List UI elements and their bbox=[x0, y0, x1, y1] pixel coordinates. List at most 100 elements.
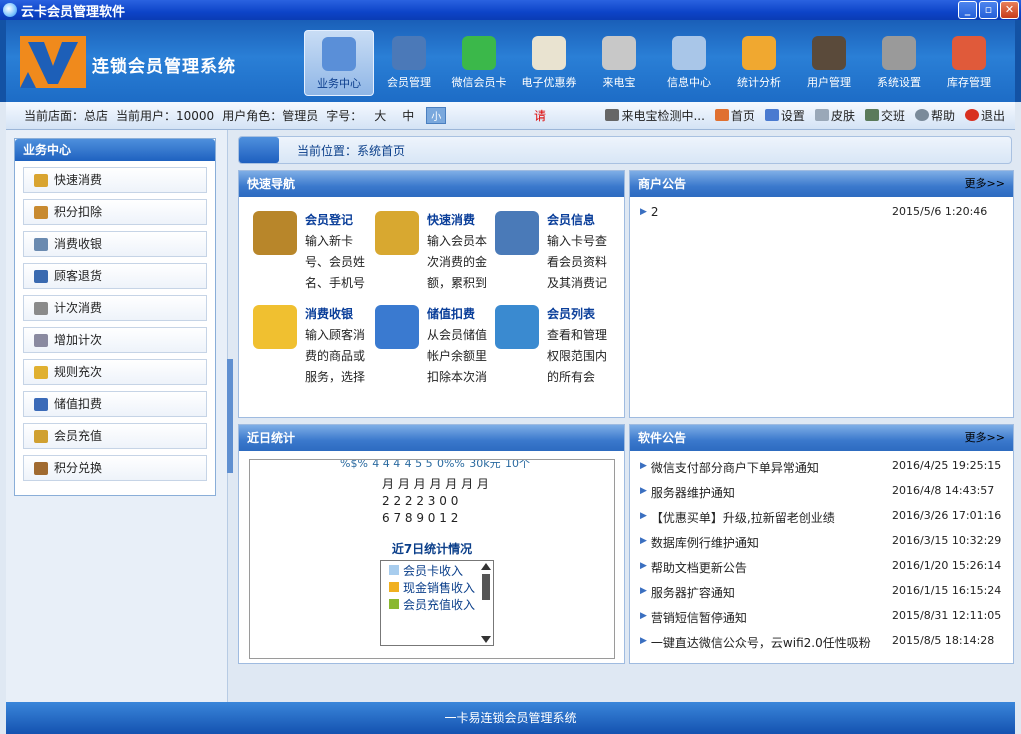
skin-link[interactable]: 皮肤 bbox=[814, 107, 855, 124]
nav-item-7[interactable]: 用户管理 bbox=[794, 30, 864, 96]
sidebar-item-4[interactable]: 计次消费 bbox=[23, 295, 207, 321]
inventory-icon bbox=[952, 36, 986, 70]
quick-nav-item-2[interactable]: 会员信息 输入卡号查看会员资料及其消费记 bbox=[495, 211, 615, 309]
sidebar-item-1[interactable]: 积分扣除 bbox=[23, 199, 207, 225]
quick-nav-desc: 输入顾客消费的商品或服务，选择 bbox=[305, 328, 366, 384]
window-title: 云卡会员管理软件 bbox=[21, 4, 126, 20]
quick-nav-item-4[interactable]: 储值扣费 从会员储值帐户余额里扣除本次消 bbox=[375, 305, 495, 403]
shift-link[interactable]: 交班 bbox=[864, 107, 905, 124]
sidebar-menu: 业务中心 快速消费积分扣除消费收银顾客退货计次消费增加计次规则充次储值扣费会员充… bbox=[14, 138, 216, 496]
notice-title[interactable]: 2 bbox=[651, 205, 889, 219]
quick-nav-item-5[interactable]: 会员列表 查看和管理权限范围内的所有会 bbox=[495, 305, 615, 403]
notice-row[interactable]: ▶ 微信支付部分商户下单异常通知 2016/4/25 19:25:15 bbox=[640, 459, 1010, 476]
nav-item-0[interactable]: 业务中心 bbox=[304, 30, 374, 96]
software-more-link[interactable]: 更多>> bbox=[965, 425, 1005, 451]
notice-title[interactable]: 营销短信暂停通知 bbox=[651, 609, 889, 626]
notice-row[interactable]: ▶ 2 2015/5/6 1:20:46 bbox=[640, 205, 1010, 219]
notice-title[interactable]: 数据库例行维护通知 bbox=[651, 534, 889, 551]
stats-legend: 会员卡收入 现金销售收入 会员充值收入 bbox=[380, 560, 494, 646]
nav-item-4[interactable]: 来电宝 bbox=[584, 30, 654, 96]
sidebar-item-8[interactable]: 会员充值 bbox=[23, 423, 207, 449]
nav-item-label: 用户管理 bbox=[807, 76, 851, 89]
font-large-button[interactable]: 大 bbox=[370, 107, 390, 124]
sidebar-item-label: 会员充值 bbox=[54, 429, 103, 443]
sidebar-item-icon bbox=[34, 270, 48, 283]
notice-row[interactable]: ▶ 服务器维护通知 2016/4/8 14:43:57 bbox=[640, 484, 1010, 501]
notice-title[interactable]: 【优惠买单】升级,拉新留老创业绩 bbox=[651, 509, 889, 526]
quick-nav-item-1[interactable]: 快速消费 输入会员本次消费的金额，累积到 bbox=[375, 211, 495, 309]
company-logo-icon bbox=[20, 36, 86, 88]
quick-nav-title[interactable]: 会员登记 bbox=[305, 211, 353, 228]
notice-title[interactable]: 一键直达微信公众号，云wifi2.0任性吸粉 bbox=[651, 634, 889, 651]
quick-nav-title[interactable]: 消费收银 bbox=[305, 305, 353, 322]
quick-nav-panel: 快速导航 会员登记 输入新卡号、会员姓名、手机号 快速消费 输入会员本次消费的金额，累… bbox=[238, 170, 625, 418]
settings-link[interactable]: 设置 bbox=[764, 107, 805, 124]
nav-item-2[interactable]: 微信会员卡 bbox=[444, 30, 514, 96]
font-medium-button[interactable]: 中 bbox=[398, 107, 418, 124]
sidebar-item-7[interactable]: 储值扣费 bbox=[23, 391, 207, 417]
home-link[interactable]: 首页 bbox=[714, 107, 755, 124]
quick-nav-title[interactable]: 会员信息 bbox=[547, 211, 595, 228]
sidebar-item-2[interactable]: 消费收银 bbox=[23, 231, 207, 257]
notice-title[interactable]: 微信支付部分商户下单异常通知 bbox=[651, 459, 889, 476]
notice-date: 2016/4/8 14:43:57 bbox=[892, 484, 995, 497]
person-icon bbox=[764, 109, 779, 121]
maximize-button[interactable]: ▫ bbox=[979, 1, 998, 19]
notice-row[interactable]: ▶ 数据库例行维护通知 2016/3/15 10:32:29 bbox=[640, 534, 1010, 551]
merchant-more-link[interactable]: 更多>> bbox=[965, 171, 1005, 197]
quick-nav-item-3[interactable]: 消费收银输入顾客消费的商品或服务，选择 bbox=[253, 305, 373, 403]
app-header: 连锁会员管理系统 业务中心 会员管理 微信会员卡 电子优惠券 来电宝 信息中心 统计分析 用户… bbox=[0, 20, 1021, 102]
quick-nav-item-0[interactable]: 会员登记 输入新卡号、会员姓名、手机号 bbox=[253, 211, 373, 309]
nav-item-8[interactable]: 系统设置 bbox=[864, 30, 934, 96]
nav-item-9[interactable]: 库存管理 bbox=[934, 30, 1004, 96]
sidebar-item-3[interactable]: 顾客退货 bbox=[23, 263, 207, 289]
notice-title[interactable]: 帮助文档更新公告 bbox=[651, 559, 889, 576]
quick-nav-title[interactable]: 会员列表 bbox=[547, 305, 595, 322]
nav-item-5[interactable]: 信息中心 bbox=[654, 30, 724, 96]
stats-day-row: 月 月 月 月 月 月 月 bbox=[382, 477, 489, 491]
sidebar-item-0[interactable]: 快速消费 bbox=[23, 167, 207, 193]
font-small-button[interactable]: 小 bbox=[426, 107, 447, 124]
sidebar-item-icon bbox=[34, 430, 48, 443]
nav-item-1[interactable]: 会员管理 bbox=[374, 30, 444, 96]
current-user: 当前用户：10000 bbox=[116, 109, 215, 123]
nav-item-3[interactable]: 电子优惠券 bbox=[514, 30, 584, 96]
recent-stats-title: 近日统计 bbox=[239, 425, 624, 451]
minimize-button[interactable]: _ bbox=[958, 1, 977, 19]
bullet-arrow-icon: ▶ bbox=[640, 486, 647, 496]
help-link[interactable]: 帮助 bbox=[914, 107, 955, 124]
bullet-arrow-icon: ▶ bbox=[640, 461, 647, 471]
notice-row[interactable]: ▶ 【优惠买单】升级,拉新留老创业绩 2016/3/26 17:01:16 bbox=[640, 509, 1010, 526]
quick-nav-title[interactable]: 快速消费 bbox=[427, 211, 475, 228]
quick-nav-icon bbox=[495, 305, 539, 349]
sidebar-item-6[interactable]: 规则充次 bbox=[23, 359, 207, 385]
legend-scrollbar[interactable] bbox=[481, 563, 491, 643]
nav-item-label: 来电宝 bbox=[602, 76, 636, 89]
notice-date: 2016/4/25 19:25:15 bbox=[892, 459, 1002, 472]
breadcrumb-home-icon[interactable] bbox=[239, 137, 279, 163]
sidebar-item-9[interactable]: 积分兑换 bbox=[23, 455, 207, 481]
notice-row[interactable]: ▶ 服务器扩容通知 2016/1/15 16:15:24 bbox=[640, 584, 1010, 601]
notice-row[interactable]: ▶ 帮助文档更新公告 2016/1/20 15:26:14 bbox=[640, 559, 1010, 576]
notice-row[interactable]: ▶ 一键直达微信公众号，云wifi2.0任性吸粉 2015/8/5 18:14:28 bbox=[640, 634, 1010, 651]
sidebar-item-label: 消费收银 bbox=[54, 237, 103, 251]
bullet-arrow-icon: ▶ bbox=[640, 561, 647, 571]
close-button[interactable]: ✕ bbox=[1000, 1, 1019, 19]
user-role: 用户角色：管理员 bbox=[222, 109, 319, 123]
stats-top-fragments: %$% 4 4 44 5 5 0%% 30k元 10个 bbox=[340, 459, 530, 470]
sidebar-collapse-handle[interactable] bbox=[227, 359, 233, 473]
notice-row[interactable]: ▶ 营销短信暂停通知 2015/8/31 12:11:05 bbox=[640, 609, 1010, 626]
stats-fragment: 4 5 5 bbox=[404, 459, 433, 470]
nav-item-6[interactable]: 统计分析 bbox=[724, 30, 794, 96]
sidebar-item-label: 计次消费 bbox=[54, 301, 103, 315]
app-cloud-icon bbox=[3, 3, 17, 17]
notice-date: 2015/5/6 1:20:46 bbox=[892, 205, 988, 218]
notice-title[interactable]: 服务器维护通知 bbox=[651, 484, 889, 501]
merchant-notice-header: 商户公告 更多>> bbox=[630, 171, 1013, 197]
quick-nav-title[interactable]: 储值扣费 bbox=[427, 305, 475, 322]
sidebar-item-5[interactable]: 增加计次 bbox=[23, 327, 207, 353]
sidebar-title: 业务中心 bbox=[15, 139, 215, 161]
merchant-notice-panel: 商户公告 更多>> ▶ 2 2015/5/6 1:20:46 bbox=[629, 170, 1014, 418]
notice-title[interactable]: 服务器扩容通知 bbox=[651, 584, 889, 601]
logout-link[interactable]: 退出 bbox=[964, 107, 1005, 124]
